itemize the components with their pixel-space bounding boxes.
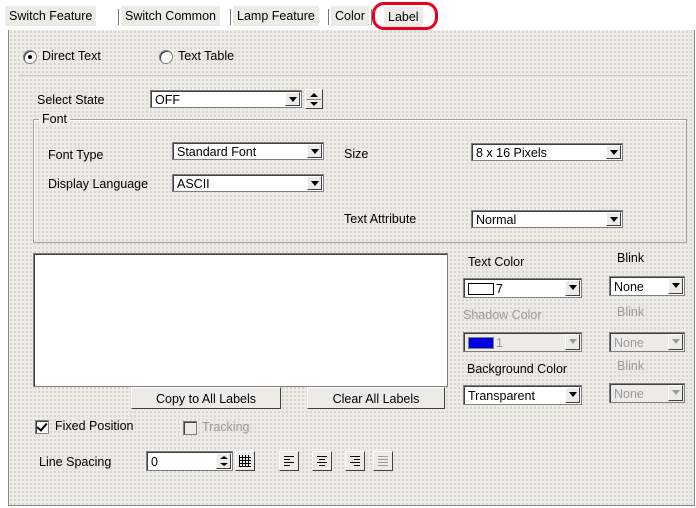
size-dropdown[interactable]: 8 x 16 Pixels <box>471 143 623 161</box>
align-center-icon[interactable] <box>312 451 332 471</box>
copy-to-all-labels-button[interactable]: Copy to All Labels <box>131 387 281 409</box>
chevron-down-icon[interactable] <box>668 278 683 294</box>
text-table-label: Text Table <box>178 49 235 63</box>
chevron-down-icon[interactable] <box>668 385 683 401</box>
background-color-value: Transparent <box>468 389 535 403</box>
font-type-dropdown[interactable]: Standard Font <box>172 142 324 160</box>
display-language-label: Display Language <box>48 177 149 191</box>
label-settings-panel: Direct Text Text Table Select State OFF … <box>8 30 695 506</box>
direct-text-label: Direct Text <box>42 49 101 63</box>
tab-separator <box>118 9 119 25</box>
spin-down-icon <box>220 463 228 466</box>
shadow-color-value: 1 <box>496 336 503 350</box>
size-value: 8 x 16 Pixels <box>476 146 547 160</box>
text-color-dropdown[interactable]: 7 <box>463 278 582 298</box>
lines-glyph <box>350 456 360 468</box>
text-blink-dropdown[interactable]: None <box>609 276 685 296</box>
select-state-label: Select State <box>37 93 105 107</box>
shadow-color-swatch <box>468 337 494 349</box>
text-blink-value: None <box>614 280 644 294</box>
tab-switch-feature[interactable]: Switch Feature <box>5 6 97 26</box>
spin-down-icon <box>310 102 318 106</box>
fixed-position-label: Fixed Position <box>55 419 134 433</box>
text-table-radio[interactable] <box>159 50 173 64</box>
text-attribute-value: Normal <box>476 213 517 227</box>
align-left-icon[interactable] <box>279 451 299 471</box>
fixed-position-checkbox[interactable] <box>35 420 49 434</box>
chevron-down-icon[interactable] <box>307 176 322 190</box>
size-label: Size <box>344 147 369 161</box>
display-language-dropdown[interactable]: ASCII <box>172 174 324 192</box>
font-type-label: Font Type <box>48 148 104 162</box>
tab-color[interactable]: Color <box>331 6 369 26</box>
background-blink-dropdown[interactable]: None <box>609 383 685 403</box>
state-spin-button[interactable] <box>305 89 323 109</box>
background-color-dropdown[interactable]: Transparent <box>463 385 582 405</box>
background-blink-label: Blink <box>617 359 645 373</box>
chevron-down-icon[interactable] <box>565 334 580 350</box>
chevron-down-icon[interactable] <box>606 145 621 159</box>
chevron-down-icon[interactable] <box>307 144 322 158</box>
spin-up-icon <box>310 93 318 97</box>
chevron-down-icon[interactable] <box>606 212 621 226</box>
tab-separator <box>328 9 329 25</box>
align-justify-icon[interactable] <box>373 451 393 471</box>
chevron-down-icon[interactable] <box>668 334 683 350</box>
background-blink-value: None <box>614 387 644 401</box>
tracking-checkbox[interactable] <box>183 421 197 435</box>
tab-lamp-feature[interactable]: Lamp Feature <box>233 6 319 26</box>
tab-switch-common[interactable]: Switch Common <box>121 6 220 26</box>
lines-glyph <box>378 456 388 468</box>
lines-glyph <box>317 456 327 468</box>
line-spacing-input[interactable]: 0 <box>146 451 233 471</box>
text-color-swatch <box>468 283 494 295</box>
tab-highlight-annotation <box>372 2 438 30</box>
direct-text-radio[interactable] <box>23 50 37 64</box>
select-state-value: OFF <box>155 93 180 107</box>
text-attribute-label: Text Attribute <box>344 212 417 226</box>
clear-all-labels-button[interactable]: Clear All Labels <box>307 387 445 409</box>
shadow-blink-label: Blink <box>617 305 645 319</box>
shadow-color-dropdown[interactable]: 1 <box>463 332 582 352</box>
spin-divider <box>307 99 321 100</box>
separator <box>19 75 687 76</box>
text-color-value: 7 <box>496 282 503 296</box>
text-color-label: Text Color <box>468 255 525 269</box>
background-color-label: Background Color <box>467 362 568 376</box>
lines-glyph <box>284 456 294 468</box>
line-spacing-spinner[interactable] <box>216 453 231 469</box>
tracking-label: Tracking <box>202 420 250 434</box>
label-text-area[interactable] <box>33 253 448 387</box>
grid-glyph <box>239 455 251 467</box>
line-spacing-value: 0 <box>151 455 158 469</box>
keypad-icon[interactable] <box>235 451 255 471</box>
align-right-icon[interactable] <box>345 451 365 471</box>
font-group-label: Font <box>39 112 71 126</box>
shadow-color-label: Shadow Color <box>463 308 542 322</box>
chevron-down-icon[interactable] <box>285 92 300 106</box>
spin-up-icon <box>220 456 228 459</box>
chevron-down-icon[interactable] <box>565 387 580 403</box>
line-spacing-label: Line Spacing <box>39 455 112 469</box>
text-blink-label: Blink <box>617 251 645 265</box>
chevron-down-icon[interactable] <box>565 280 580 296</box>
font-type-value: Standard Font <box>177 145 257 159</box>
shadow-blink-dropdown[interactable]: None <box>609 332 685 352</box>
select-state-dropdown[interactable]: OFF <box>150 90 302 108</box>
text-attribute-dropdown[interactable]: Normal <box>471 210 623 228</box>
tab-separator <box>230 9 231 25</box>
shadow-blink-value: None <box>614 336 644 350</box>
display-language-value: ASCII <box>177 177 210 191</box>
